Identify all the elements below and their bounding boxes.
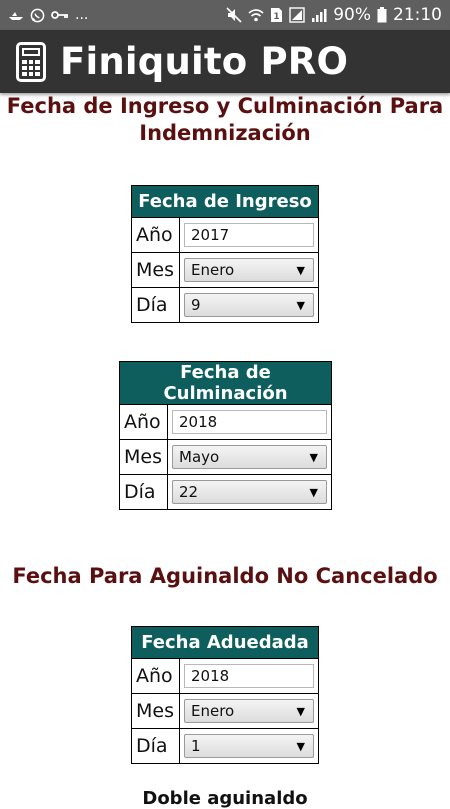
ingreso-year-input[interactable]: 2017 — [184, 223, 314, 247]
year-label: Año — [119, 404, 168, 440]
fecha-ingreso-header: Fecha de Ingreso — [131, 185, 319, 218]
culminacion-day-value: 22 — [179, 483, 199, 501]
doble-aguinaldo-label: Doble aguinaldo — [142, 788, 308, 809]
fecha-aduedada-header: Fecha Aduedada — [131, 626, 319, 659]
calculator-icon — [16, 41, 46, 82]
sim-icon: 1 — [270, 7, 283, 23]
fecha-culminacion-header: Fecha de Culminación — [119, 361, 332, 405]
aguinaldo-day-value: 1 — [191, 737, 201, 755]
culminacion-day-select[interactable]: 22 ▼ — [172, 480, 327, 504]
ingreso-day-select[interactable]: 9 ▼ — [184, 293, 314, 317]
ingreso-month-select[interactable]: Enero ▼ — [184, 258, 314, 282]
section-title-aguinaldo: Fecha Para Aguinaldo No Cancelado — [12, 564, 438, 588]
year-label: Año — [131, 217, 180, 253]
status-bar: ... 1 90% 21:10 — [0, 0, 450, 30]
year-label: Año — [131, 658, 180, 694]
system-status-area: 1 90% 21:10 — [226, 5, 442, 25]
section-title-indemnizacion: Fecha de Ingreso y Culminación Para Inde… — [0, 93, 450, 147]
chevron-down-icon: ▼ — [296, 704, 305, 718]
month-label: Mes — [131, 252, 180, 288]
svg-text:1: 1 — [274, 12, 280, 22]
aguinaldo-day-select[interactable]: 1 ▼ — [184, 734, 314, 758]
fecha-culminacion-table: Fecha de Culminación Año 2018 Mes Mayo ▼ … — [119, 361, 332, 510]
day-label: Día — [131, 728, 180, 764]
key-icon — [51, 10, 69, 20]
battery-percent: 90% — [333, 5, 371, 25]
chevron-down-icon: ▼ — [296, 298, 305, 312]
section-title-line1: Fecha de Ingreso y Culminación Para — [6, 94, 444, 118]
chevron-down-icon: ▼ — [309, 450, 318, 464]
aguinaldo-year-input[interactable]: 2018 — [184, 664, 314, 688]
cell-signal-icon — [311, 7, 327, 23]
culminacion-year-input[interactable]: 2018 — [172, 410, 327, 434]
culminacion-month-value: Mayo — [179, 448, 220, 466]
battery-icon — [377, 7, 387, 23]
boat-icon — [8, 9, 24, 21]
chevron-down-icon: ▼ — [296, 263, 305, 277]
aguinaldo-month-select[interactable]: Enero ▼ — [184, 699, 314, 723]
day-label: Día — [131, 287, 180, 323]
notification-area: ... — [8, 7, 226, 23]
chevron-down-icon: ▼ — [309, 485, 318, 499]
mute-icon — [226, 7, 242, 23]
section-title-line2: Indemnización — [139, 121, 311, 145]
wifi-icon — [248, 8, 264, 22]
aguinaldo-month-value: Enero — [191, 702, 235, 720]
app-title: Finiquito PRO — [60, 40, 349, 83]
data-signal-icon — [289, 7, 305, 23]
clock: 21:10 — [393, 5, 442, 25]
chevron-down-icon: ▼ — [296, 739, 305, 753]
month-label: Mes — [131, 693, 180, 729]
culminacion-month-select[interactable]: Mayo ▼ — [172, 445, 327, 469]
day-label: Día — [119, 474, 168, 510]
app-bar: Finiquito PRO — [0, 30, 450, 93]
month-label: Mes — [119, 439, 168, 475]
fecha-aduedada-table: Fecha Aduedada Año 2018 Mes Enero ▼ Día 1… — [131, 626, 319, 764]
whatsapp-icon — [30, 8, 45, 23]
ingreso-month-value: Enero — [191, 261, 235, 279]
ingreso-day-value: 9 — [191, 296, 201, 314]
more-icon: ... — [75, 7, 89, 23]
fecha-ingreso-table: Fecha de Ingreso Año 2017 Mes Enero ▼ Día… — [131, 185, 319, 323]
